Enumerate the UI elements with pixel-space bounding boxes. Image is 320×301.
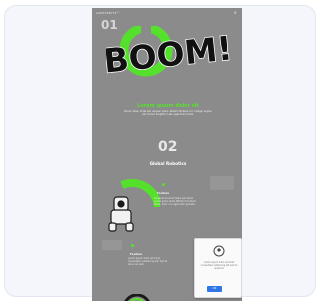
feature-text: Praesent sit amet tellus sed libero vari… <box>154 197 196 207</box>
top-bar: CARTLEBYTE™ × <box>92 8 242 17</box>
robot-icon <box>108 196 134 232</box>
boom-hero-graphic: BOOM! <box>106 26 231 78</box>
headline: Lorem ipsum dolor sit <box>137 103 199 109</box>
popup-illustration-icon <box>213 245 225 257</box>
intro-paragraph: Donec vitae, brute est, aenean ullam. Nu… <box>123 110 213 117</box>
close-icon[interactable]: × <box>234 10 237 15</box>
bottom-feature-text: Lorem ipsum dolor sit amet, consectetur … <box>128 257 168 267</box>
popup-text: Lorem ipsum dolor sit amet consectetur a… <box>200 261 238 270</box>
bottom-feature-title: Feature <box>130 252 143 256</box>
bottom-robot-illustration <box>124 294 150 301</box>
section-2-title: Global Robotics <box>149 161 187 166</box>
popup-ok-button[interactable]: OK <box>207 286 222 292</box>
popup-dialog[interactable]: Lorem ipsum dolor sit amet consectetur a… <box>194 238 242 298</box>
placeholder-box <box>102 240 122 250</box>
placeholder-box <box>210 176 234 190</box>
bullet-dot <box>131 244 134 247</box>
section-number-2: 02 <box>158 139 178 155</box>
robot-illustration <box>108 179 160 232</box>
bullet-dot <box>162 183 165 186</box>
site-logo[interactable]: CARTLEBYTE™ <box>96 11 120 15</box>
feature-title: Feature <box>157 191 170 195</box>
page-preview[interactable]: CARTLEBYTE™ × 01 BOOM! Lorem ipsum dolor… <box>92 8 242 301</box>
